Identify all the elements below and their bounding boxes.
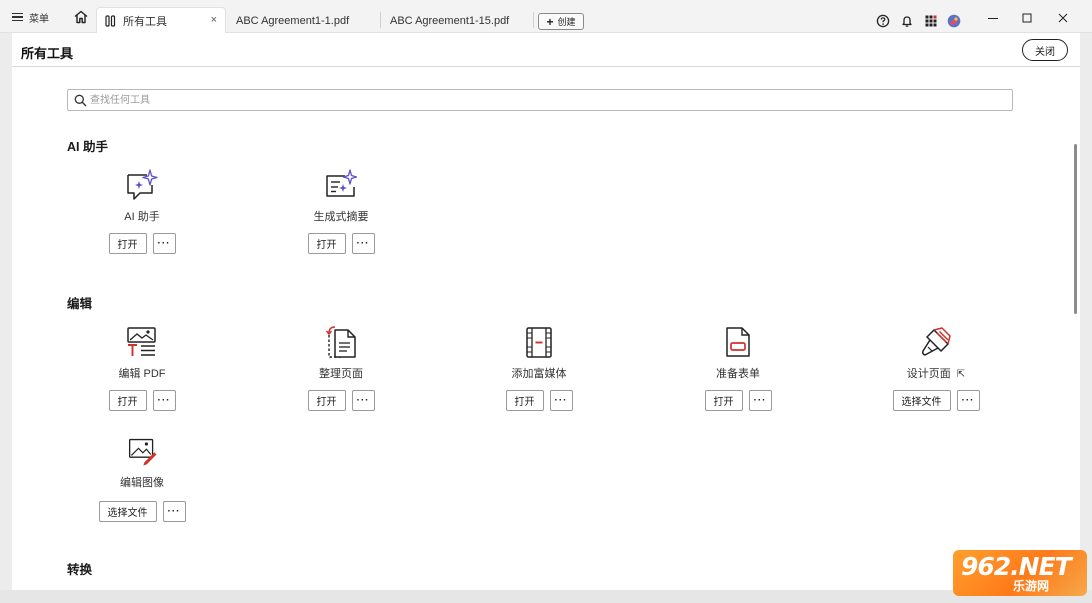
scrollbar-thumb[interactable] <box>1074 144 1077 314</box>
create-label: 创建 <box>557 17 576 27</box>
home-icon[interactable] <box>72 8 90 26</box>
close-icon[interactable] <box>1056 11 1070 25</box>
tool-name: 准备表单 <box>716 368 760 380</box>
help-icon[interactable] <box>876 14 890 28</box>
bell-icon[interactable] <box>900 14 914 28</box>
external-link-icon[interactable]: ⇱ <box>957 369 965 380</box>
open-button[interactable]: 打开 <box>704 390 743 411</box>
search-icon <box>74 94 87 107</box>
edit-image-icon <box>128 438 157 466</box>
watermark-logo: 962.NET 乐游网 <box>953 550 1087 596</box>
prepare-form-icon <box>726 327 750 357</box>
apps-grid-icon[interactable] <box>924 14 938 28</box>
tab-close-icon[interactable]: × <box>211 14 217 26</box>
window-frame-bottom <box>0 590 1092 603</box>
tools-header: 所有工具 关闭 <box>12 33 1080 67</box>
page-title: 所有工具 <box>21 46 74 61</box>
edit-pdf-icon <box>127 327 156 356</box>
tool-edit-image: 编辑图像 选择文件 ··· <box>82 436 202 526</box>
tab-label: ABC Agreement1-1.pdf <box>236 15 350 27</box>
organize-pages-icon <box>325 326 356 358</box>
select-file-button[interactable]: 选择文件 <box>892 390 951 411</box>
tool-ai-assistant: AI 助手 打开 ··· <box>82 168 202 264</box>
search-input[interactable] <box>90 92 990 108</box>
tool-name: 整理页面 <box>319 368 363 380</box>
ai-chat-sparkle-icon <box>127 169 158 200</box>
tab-label: ABC Agreement1-15.pdf <box>390 15 510 27</box>
search-box[interactable] <box>67 89 1013 111</box>
tool-generative-summary: 生成式摘要 打开 ··· <box>281 168 401 264</box>
maximize-icon[interactable] <box>1020 11 1034 25</box>
tool-name: 编辑图像 <box>120 477 164 489</box>
open-button[interactable]: 打开 <box>505 390 544 411</box>
rich-media-icon <box>526 327 552 358</box>
tab-document-2[interactable]: ABC Agreement1-15.pdf <box>380 8 509 34</box>
tool-add-rich-media: 添加富媒体 打开 ··· <box>479 325 599 421</box>
vertical-scrollbar[interactable] <box>1071 68 1079 590</box>
tool-name-row: 设计页面 ⇱ <box>876 365 996 381</box>
hamburger-icon <box>12 12 23 22</box>
tool-design-page: 设计页面 ⇱ 选择文件 ··· <box>876 325 996 421</box>
window-frame-right <box>1080 33 1092 590</box>
menu-button[interactable]: 菜单 <box>12 8 49 26</box>
tools-icon <box>105 14 116 27</box>
close-button[interactable]: 关闭 <box>1022 39 1068 61</box>
open-button[interactable]: 打开 <box>108 233 147 254</box>
tool-name: 编辑 PDF <box>118 368 166 380</box>
tab-all-tools[interactable]: 所有工具 × <box>96 7 226 33</box>
summary-sparkle-icon <box>326 169 358 197</box>
menu-label: 菜单 <box>29 13 49 25</box>
title-bar: 菜单 所有工具 × ABC Agreement1-1.pdf ABC Agree… <box>0 0 1092 33</box>
section-title-ai: AI 助手 <box>67 140 108 154</box>
tool-name: 设计页面 <box>906 368 951 380</box>
minimize-icon[interactable] <box>986 11 1000 25</box>
tools-content: AI 助手 AI 助手 打开 ··· 生成式摘要 打开 ··· 编辑 <box>12 68 1068 590</box>
window-frame-left <box>0 33 12 590</box>
tool-edit-pdf: 编辑 PDF 打开 ··· <box>82 325 202 421</box>
more-options-button[interactable]: ··· <box>956 390 980 411</box>
more-options-button[interactable]: ··· <box>152 233 176 254</box>
tool-prepare-form: 准备表单 打开 ··· <box>678 325 798 421</box>
avatar-icon[interactable] <box>947 14 961 28</box>
more-options-button[interactable]: ··· <box>162 501 186 522</box>
watermark-subtext: 乐游网 <box>1013 579 1050 593</box>
more-options-button[interactable]: ··· <box>549 390 573 411</box>
tool-name: AI 助手 <box>124 211 160 223</box>
tab-document-1[interactable]: ABC Agreement1-1.pdf <box>226 8 349 34</box>
section-title-edit: 编辑 <box>67 297 93 311</box>
more-options-button[interactable]: ··· <box>152 390 176 411</box>
open-button[interactable]: 打开 <box>307 390 346 411</box>
tab-label: 所有工具 <box>123 15 167 28</box>
create-button[interactable]: + 创建 <box>538 13 584 30</box>
more-options-button[interactable]: ··· <box>351 390 375 411</box>
more-options-button[interactable]: ··· <box>748 390 772 411</box>
tool-name: 生成式摘要 <box>313 211 369 223</box>
tab-divider <box>533 12 534 28</box>
tool-name: 添加富媒体 <box>511 368 567 380</box>
plus-icon: + <box>546 14 554 29</box>
more-options-button[interactable]: ··· <box>351 233 375 254</box>
open-button[interactable]: 打开 <box>307 233 346 254</box>
tool-organize-pages: 整理页面 打开 ··· <box>281 325 401 421</box>
select-file-button[interactable]: 选择文件 <box>98 501 157 522</box>
section-title-convert: 转换 <box>67 563 93 577</box>
open-button[interactable]: 打开 <box>108 390 147 411</box>
design-brush-icon <box>922 327 951 356</box>
